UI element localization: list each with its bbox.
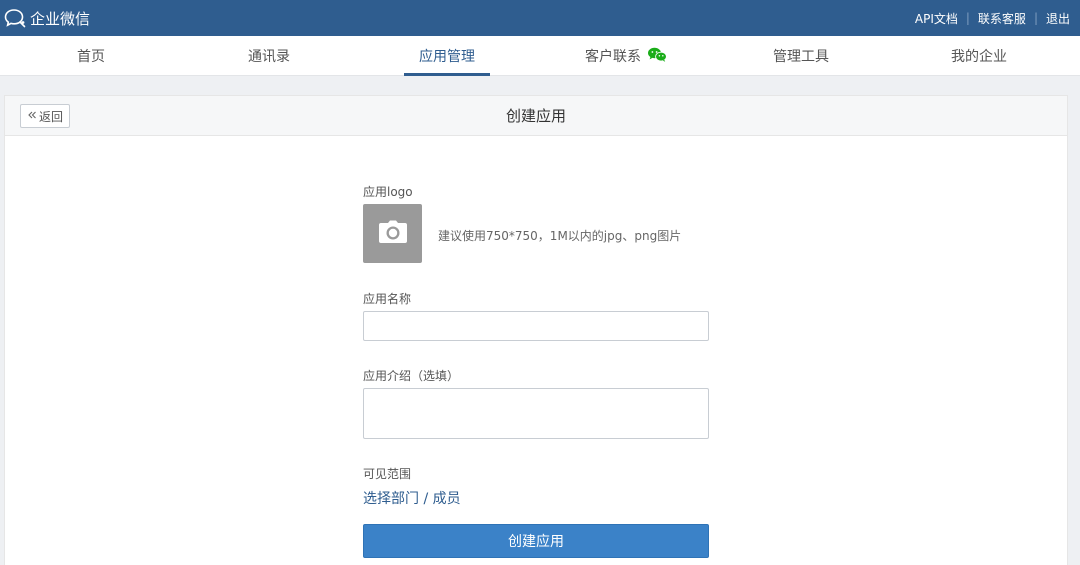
- top-links: API文档 | 联系客服 | 退出: [915, 0, 1070, 36]
- brand-name: 企业微信: [30, 9, 91, 28]
- visibility-scope-label: 可见范围: [363, 467, 412, 481]
- tab-contacts[interactable]: 通讯录: [228, 36, 310, 76]
- tab-home[interactable]: 首页: [50, 36, 132, 76]
- tab-label: 我的企业: [951, 49, 1007, 65]
- api-docs-link[interactable]: API文档: [915, 10, 958, 27]
- back-button[interactable]: 返回: [20, 104, 70, 128]
- tab-label: 管理工具: [773, 49, 829, 65]
- camera-icon: [378, 220, 408, 248]
- tab-management-tools[interactable]: 管理工具: [760, 36, 842, 76]
- tab-label: 客户联系: [585, 49, 641, 65]
- main-nav: 首页 通讯录 应用管理 客户联系 管理工具 我的企业: [0, 36, 1080, 76]
- app-description-label: 应用介绍（选填）: [363, 369, 460, 383]
- logo-label: 应用logo: [363, 185, 413, 199]
- link-separator: |: [965, 11, 970, 25]
- select-department-member-link[interactable]: 选择部门 / 成员: [363, 488, 461, 508]
- wechat-icon: [647, 47, 667, 66]
- chat-bubble-icon: [4, 8, 26, 28]
- create-app-button[interactable]: 创建应用: [363, 524, 709, 558]
- app-description-input[interactable]: [363, 388, 709, 439]
- create-app-panel: 返回 创建应用 应用logo 建议使用750*750，1M以内的jpg、png图…: [4, 95, 1068, 565]
- app-name-label: 应用名称: [363, 292, 412, 306]
- tab-label: 应用管理: [419, 49, 475, 65]
- page-title: 创建应用: [505, 107, 566, 125]
- top-bar: 企业微信 API文档 | 联系客服 | 退出: [0, 0, 1080, 36]
- link-separator: |: [1033, 11, 1038, 25]
- panel-header: 返回 创建应用: [5, 96, 1067, 136]
- tab-app-management[interactable]: 应用管理: [404, 36, 490, 76]
- double-chevron-left-icon: [27, 109, 37, 123]
- tab-label: 通讯录: [248, 49, 290, 65]
- logout-link[interactable]: 退出: [1046, 10, 1070, 27]
- app-name-input[interactable]: [363, 311, 709, 341]
- logo-hint: 建议使用750*750，1M以内的jpg、png图片: [438, 229, 682, 243]
- back-label: 返回: [38, 109, 63, 124]
- brand-logo[interactable]: 企业微信: [4, 0, 90, 36]
- contact-support-link[interactable]: 联系客服: [978, 10, 1026, 27]
- tab-customer-contact[interactable]: 客户联系: [574, 36, 678, 76]
- logo-upload-button[interactable]: [363, 204, 422, 263]
- tab-my-company[interactable]: 我的企业: [938, 36, 1020, 76]
- tab-label: 首页: [77, 49, 105, 65]
